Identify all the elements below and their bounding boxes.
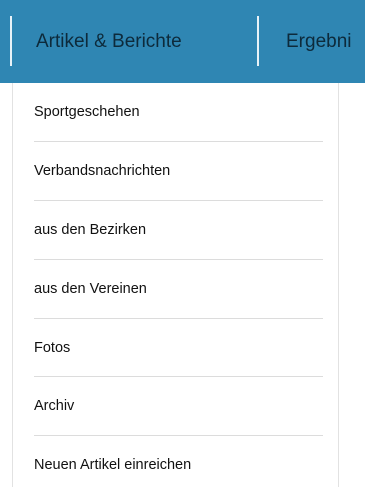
menu-item-sportgeschehen[interactable]: Sportgeschehen — [13, 83, 338, 142]
menu-item-verbandsnachrichten[interactable]: Verbandsnachrichten — [13, 142, 338, 201]
nav-item-ergebnisse[interactable]: Ergebni — [286, 0, 352, 83]
menu-item-fotos[interactable]: Fotos — [13, 319, 338, 378]
dropdown-menu: Sportgeschehen Verbandsnachrichten aus d… — [12, 83, 339, 487]
dropdown-list: Sportgeschehen Verbandsnachrichten aus d… — [13, 83, 338, 487]
menu-item-archiv[interactable]: Archiv — [13, 377, 338, 437]
menu-item-label: Neuen Artikel einreichen — [34, 457, 192, 474]
menu-item-vereine[interactable]: aus den Vereinen — [13, 260, 338, 319]
menu-item-bezirke[interactable]: aus den Bezirken — [13, 201, 338, 260]
main-navbar: Artikel & Berichte Ergebni — [0, 0, 365, 83]
menu-item-label: Archiv — [34, 398, 75, 415]
nav-item-artikel-berichte[interactable]: Artikel & Berichte — [36, 0, 182, 83]
nav-left-divider — [10, 16, 12, 66]
menu-item-label: Fotos — [34, 339, 71, 356]
menu-item-label: Verbandsnachrichten — [34, 162, 171, 179]
menu-item-label: aus den Vereinen — [34, 280, 147, 297]
menu-item-label: aus den Bezirken — [34, 221, 147, 238]
menu-item-label: Sportgeschehen — [34, 104, 140, 120]
nav-divider — [257, 16, 259, 66]
menu-item-artikel-einreichen[interactable]: Neuen Artikel einreichen — [13, 436, 338, 487]
